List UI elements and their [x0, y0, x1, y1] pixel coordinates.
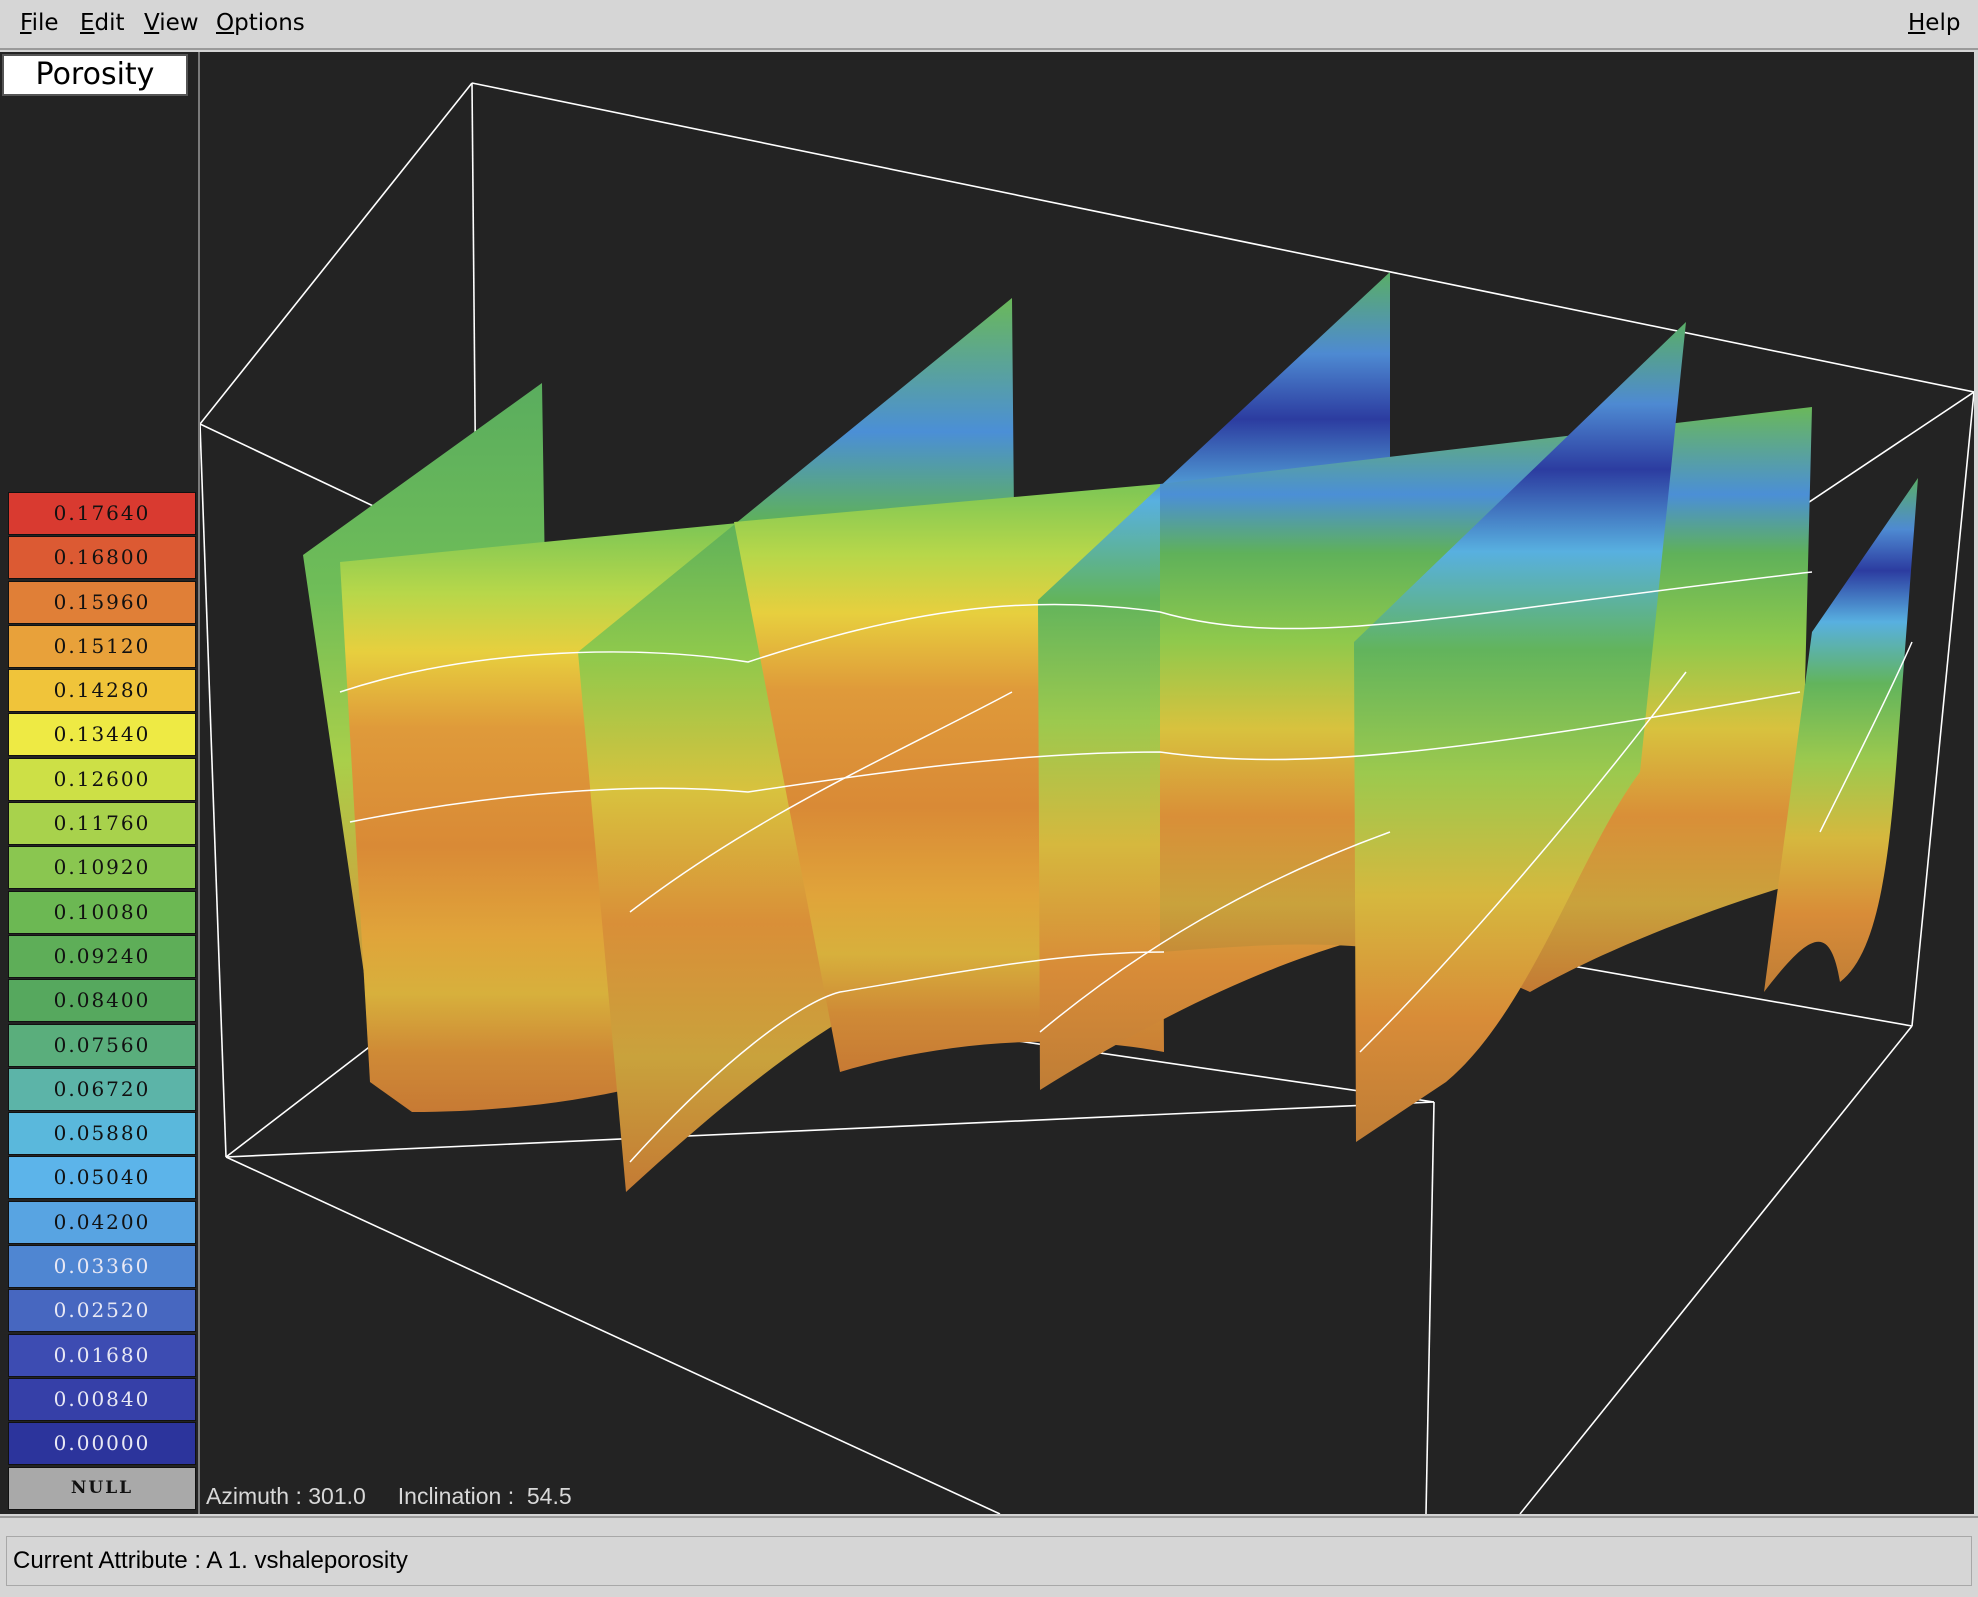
3d-scene[interactable]	[200, 52, 1974, 1514]
color-legend-panel: Porosity 0.17640 0.16800 0.15960 0.15120 0.1…	[0, 52, 200, 1514]
box-edge	[225, 1101, 1435, 1158]
azimuth-readout: Azimuth : 301.0	[206, 1483, 366, 1509]
legend-swatch[interactable]: 0.09240	[8, 934, 196, 978]
legend-swatch[interactable]: 0.02520	[8, 1289, 196, 1333]
3d-viewport[interactable]: Azimuth : 301.0 Inclination : 54.5	[200, 52, 1974, 1514]
legend-swatch[interactable]: 0.10080	[8, 890, 196, 934]
legend-swatch[interactable]: 0.17640	[8, 492, 196, 535]
box-edge	[471, 82, 1974, 393]
box-edge	[1519, 1025, 1913, 1514]
status-field: Current Attribute : A 1. vshaleporosity	[6, 1536, 1972, 1586]
legend-swatch[interactable]: 0.15120	[8, 624, 196, 668]
legend-swatch[interactable]: NULL	[8, 1466, 196, 1510]
menu-view[interactable]: View	[144, 10, 199, 36]
box-edge	[225, 1156, 1001, 1514]
legend-swatch[interactable]: 0.00840	[8, 1377, 196, 1421]
menu-help[interactable]: Help	[1908, 10, 1960, 36]
status-bar: Current Attribute : A 1. vshaleporosity	[0, 1516, 1978, 1597]
menu-edit[interactable]: Edit	[80, 10, 125, 36]
legend-swatch[interactable]: 0.06720	[8, 1067, 196, 1111]
legend-swatch[interactable]: 0.12600	[8, 757, 196, 801]
box-edge	[1425, 1101, 1435, 1514]
current-attribute-label: Current Attribute : A 1. vshaleporosity	[13, 1547, 408, 1574]
legend-swatch[interactable]: 0.08400	[8, 979, 196, 1023]
legend-swatch[interactable]: 0.00000	[8, 1422, 196, 1466]
legend-swatch[interactable]: 0.16800	[8, 536, 196, 580]
legend-swatch[interactable]: 0.04200	[8, 1200, 196, 1244]
legend-title[interactable]: Porosity	[2, 54, 188, 96]
legend-swatch[interactable]: 0.05040	[8, 1156, 196, 1200]
menu-file[interactable]: File	[20, 10, 59, 36]
legend-swatch[interactable]: 0.03360	[8, 1245, 196, 1289]
legend-swatch[interactable]: 0.15960	[8, 580, 196, 624]
box-edge	[1911, 391, 1974, 1027]
orientation-readout: Azimuth : 301.0 Inclination : 54.5	[206, 1483, 572, 1510]
menu-bar: File Edit View Options Help	[0, 0, 1978, 50]
legend-swatch[interactable]: 0.14280	[8, 669, 196, 713]
legend-swatches: 0.17640 0.16800 0.15960 0.15120 0.14280 0.134…	[8, 492, 196, 1511]
inclination-readout: Inclination : 54.5	[397, 1483, 572, 1509]
legend-swatch[interactable]: 0.10920	[8, 846, 196, 890]
legend-swatch[interactable]: 0.11760	[8, 802, 196, 846]
box-edge	[200, 82, 473, 425]
menu-options[interactable]: Options	[216, 10, 305, 36]
legend-swatch[interactable]: 0.07560	[8, 1023, 196, 1067]
box-edge	[200, 423, 227, 1158]
legend-swatch[interactable]: 0.13440	[8, 713, 196, 757]
legend-swatch[interactable]: 0.05880	[8, 1112, 196, 1156]
legend-swatch[interactable]: 0.01680	[8, 1333, 196, 1377]
